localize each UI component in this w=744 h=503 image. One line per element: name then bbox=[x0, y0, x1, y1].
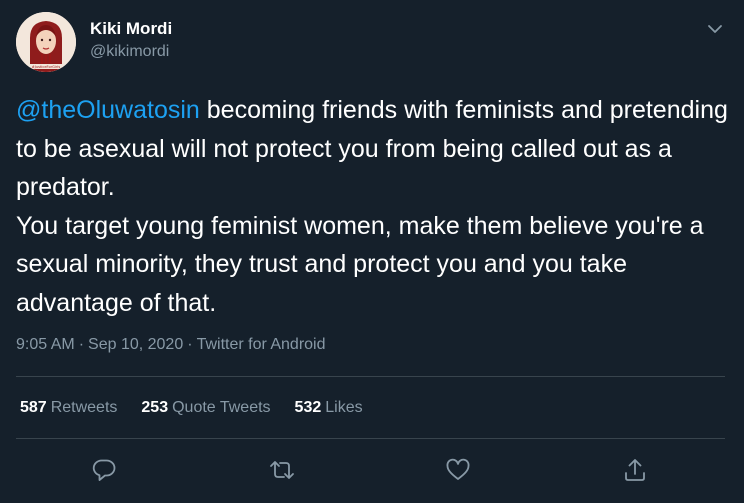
tweet-text: @theOluwatosin becoming friends with fem… bbox=[16, 91, 728, 322]
heart-icon bbox=[444, 456, 472, 484]
author-info: Kiki Mordi @kikimordi bbox=[90, 18, 172, 63]
quote-tweets-label: Quote Tweets bbox=[172, 399, 271, 416]
meta-separator: · bbox=[187, 336, 193, 353]
share-icon bbox=[621, 456, 649, 484]
tweet-body: becoming friends with feminists and pret… bbox=[16, 96, 728, 317]
retweet-button[interactable] bbox=[268, 456, 296, 484]
avatar-illustration: #JusticeForGirls bbox=[16, 12, 76, 72]
divider bbox=[16, 438, 725, 439]
engagement-stats: 587 Retweets 253 Quote Tweets 532 Likes bbox=[20, 397, 387, 419]
tweet-card: #JusticeForGirls Kiki Mordi @kikimordi @… bbox=[0, 0, 744, 503]
tweet-date[interactable]: Sep 10, 2020 bbox=[88, 336, 183, 353]
likes-count: 532 bbox=[294, 399, 322, 416]
author-handle[interactable]: @kikimordi bbox=[90, 41, 172, 63]
likes-stat[interactable]: 532 Likes bbox=[295, 397, 363, 419]
tweet-source[interactable]: Twitter for Android bbox=[197, 336, 326, 353]
share-button[interactable] bbox=[621, 456, 649, 484]
chevron-down-icon bbox=[704, 18, 726, 40]
reply-icon bbox=[90, 456, 118, 484]
tweet-meta: 9:05 AM · Sep 10, 2020 · Twitter for Android bbox=[16, 334, 326, 356]
quote-tweets-count: 253 bbox=[141, 399, 169, 416]
likes-label: Likes bbox=[325, 399, 363, 416]
action-bar bbox=[0, 452, 744, 486]
quote-tweets-stat[interactable]: 253 Quote Tweets bbox=[141, 397, 270, 419]
meta-separator: · bbox=[78, 336, 85, 353]
retweets-count: 587 bbox=[20, 399, 47, 416]
retweets-stat[interactable]: 587 Retweets bbox=[20, 397, 117, 419]
like-button[interactable] bbox=[444, 456, 472, 484]
author-name[interactable]: Kiki Mordi bbox=[90, 18, 172, 40]
more-options-button[interactable] bbox=[704, 18, 726, 40]
tweet-time[interactable]: 9:05 AM bbox=[16, 336, 75, 353]
avatar[interactable]: #JusticeForGirls bbox=[16, 12, 76, 72]
retweet-icon bbox=[268, 456, 296, 484]
avatar-badge-text: #JusticeForGirls bbox=[32, 65, 61, 69]
retweets-label: Retweets bbox=[50, 399, 118, 416]
divider bbox=[16, 376, 725, 377]
mention-link[interactable]: @theOluwatosin bbox=[16, 96, 200, 124]
reply-button[interactable] bbox=[90, 456, 118, 484]
